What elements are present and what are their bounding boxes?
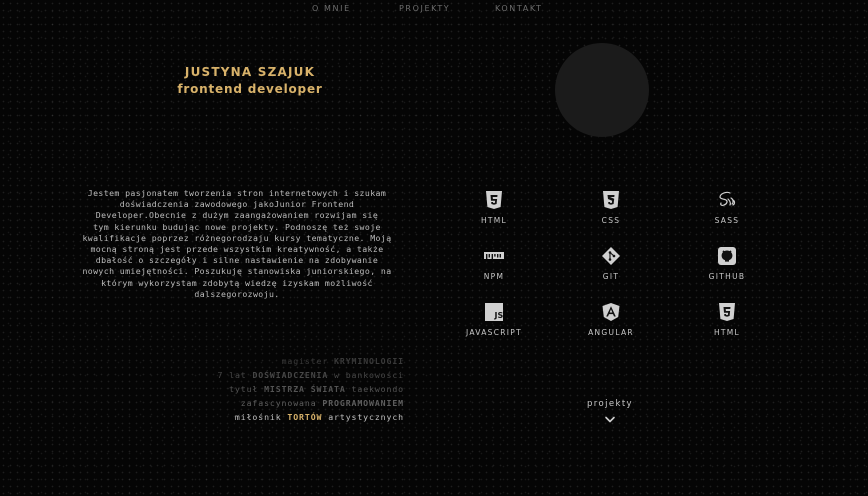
fact-text: w bankowości (328, 370, 404, 380)
fact-text: artystycznych (322, 412, 404, 422)
skill-label: CSS (601, 216, 621, 225)
fact-text: tytuł (229, 384, 265, 394)
bio-line: mocną stroną jest przede wszystkim kreat… (90, 244, 384, 255)
fact-text: taekwondo (345, 384, 404, 394)
nav-link-about[interactable]: O MNIE (312, 4, 351, 13)
svg-text:JS: JS (494, 311, 504, 320)
fact-row: tytuł MISTRZA ŚWIATA taekwondo (150, 382, 404, 396)
fact-row: zafascynowana PROGRAMOWANIEM (150, 396, 404, 410)
fact-highlight: PROGRAMOWANIEM (322, 398, 404, 408)
skill-sass: SASS (677, 190, 777, 225)
skill-npm: NPM (444, 246, 544, 281)
fact-highlight: TORTÓW (287, 412, 323, 422)
skill-css: CSS (561, 190, 661, 225)
avatar (555, 43, 649, 137)
chevron-down-icon[interactable] (604, 415, 616, 425)
angular-icon (602, 303, 620, 321)
fact-text: zafascynowana (240, 398, 323, 408)
skill-label: HTML (713, 328, 741, 337)
skill-label: NPM (483, 272, 505, 281)
facts-list: magister KRYMINOLOGII 7 lat DOŚWIADCZENI… (150, 354, 404, 424)
skill-angular: ANGULAR (561, 302, 661, 337)
skill-label: GITHUB (708, 272, 746, 281)
bio-line: którym wykorzystam zdobytą wiedzę izyska… (101, 277, 373, 288)
skill-label: SASS (714, 216, 740, 225)
fact-row: magister KRYMINOLOGII (150, 354, 404, 368)
github-icon (718, 247, 736, 265)
bio-line: tym kierunku budując nowe projekty. Podn… (93, 221, 381, 232)
skill-label: JAVASCRIPT (465, 328, 523, 337)
skill-label: HTML (480, 216, 508, 225)
skill-javascript: JS JAVASCRIPT (444, 302, 544, 337)
skill-html-2: HTML (677, 302, 777, 337)
fact-highlight: MISTRZA ŚWIATA (264, 384, 346, 394)
html5-icon (719, 303, 735, 321)
git-icon (602, 247, 620, 265)
bio-line: kwalifikacje poprzez różnegorodzaju kurs… (82, 232, 392, 243)
bio-line: dalszegorozwoju. (194, 288, 280, 299)
bio-line: Jestem pasjonatem tworzenia stron intern… (87, 188, 387, 198)
javascript-icon: JS (485, 303, 504, 321)
top-nav: O MNIE PROJEKTY KONTAKT (0, 4, 868, 16)
hero-name: JUSTYNA SZAJUK (184, 65, 316, 79)
skill-html: HTML (444, 190, 544, 225)
skill-label: ANGULAR (588, 328, 634, 337)
page: O MNIE PROJEKTY KONTAKT JUSTYNA SZAJUK f… (0, 0, 868, 496)
hero-role: frontend developer (177, 82, 323, 96)
html5-icon (486, 191, 502, 209)
about-bio: Jestem pasjonatem tworzenia stron intern… (66, 188, 408, 300)
fact-text: miłośnik (234, 412, 288, 422)
skill-github: GITHUB (677, 246, 777, 281)
bio-line: Developer.Obecnie z dużym zaangażowaniem… (95, 210, 379, 221)
fact-highlight: KRYMINOLOGII (334, 356, 404, 366)
npm-icon (484, 252, 504, 259)
bio-line: nowych umiejętności. Poszukuję stanowisk… (82, 266, 392, 277)
projects-link[interactable]: projekty (560, 399, 660, 409)
fact-text: magister (281, 356, 335, 366)
nav-link-contact[interactable]: KONTAKT (495, 4, 543, 13)
css3-icon (603, 191, 619, 209)
fact-row: miłośnik TORTÓW artystycznych (150, 410, 404, 424)
skill-label: GIT (602, 272, 620, 281)
bio-line: doświadczenia zawodowego jakoJunior Fron… (119, 199, 355, 210)
fact-text: 7 lat (217, 370, 253, 380)
fact-highlight: DOŚWIADCZENIA (252, 370, 329, 380)
skill-git: GIT (561, 246, 661, 281)
sass-icon (719, 191, 736, 206)
bio-line: dbałość o szczegóły i silne nastawienie … (95, 255, 379, 266)
fact-row: 7 lat DOŚWIADCZENIA w bankowości (150, 368, 404, 382)
nav-link-projects[interactable]: PROJEKTY (399, 4, 450, 13)
